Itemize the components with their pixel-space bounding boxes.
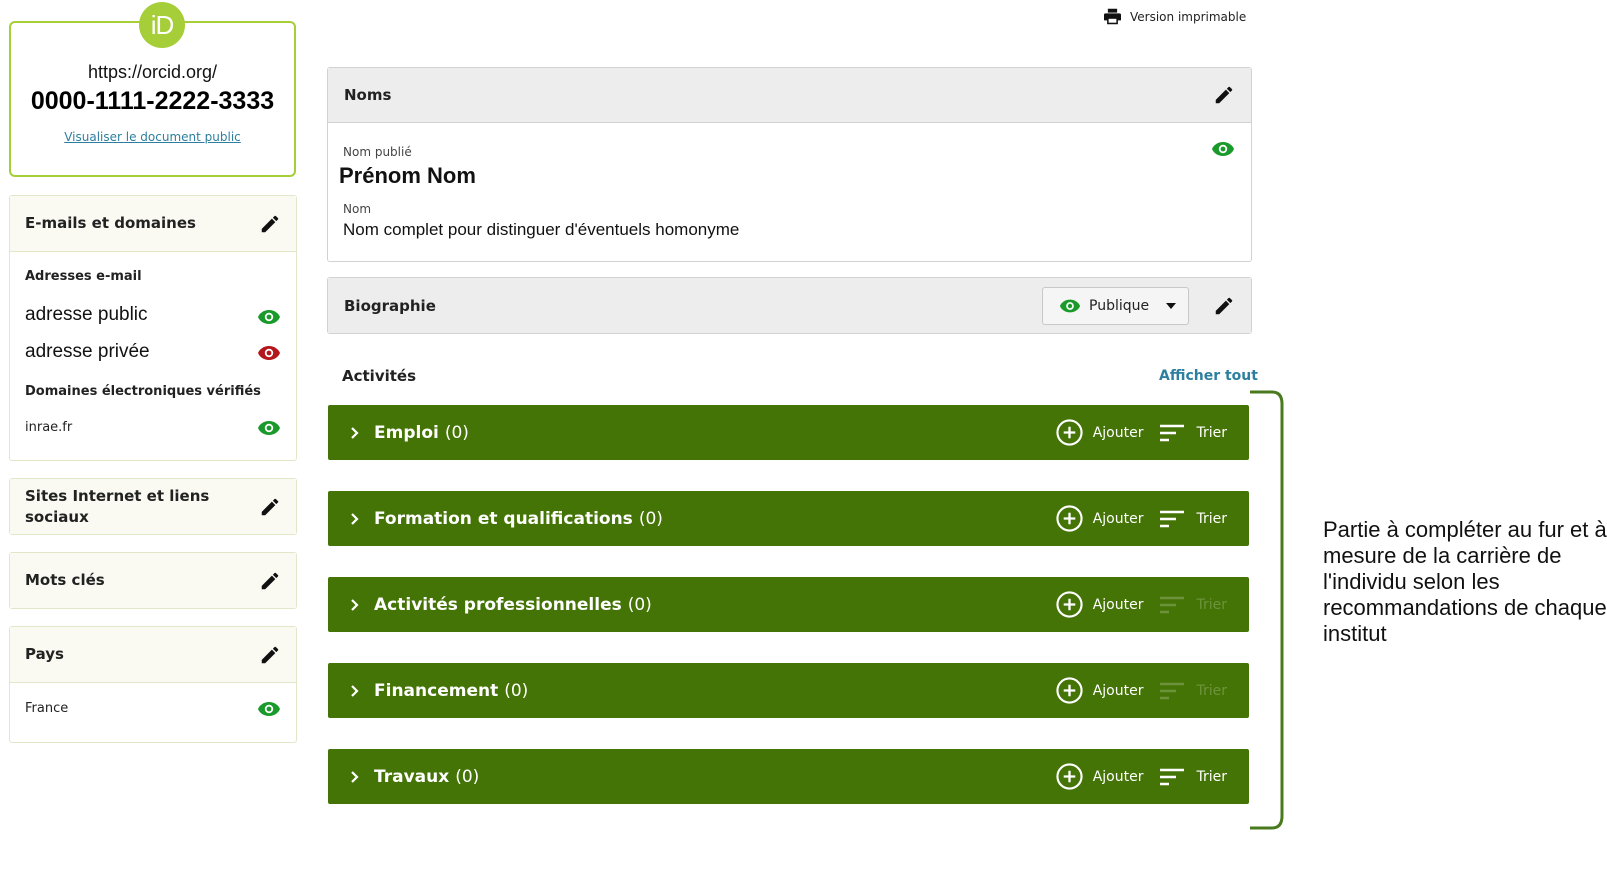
biography-visibility-value: Publique [1089,297,1150,314]
section-name: Travaux [374,766,450,787]
orcid-logo: iD [139,2,185,48]
biography-card-title: Biographie [344,296,436,315]
verified-domains-label: Domaines électroniques vérifiés [25,384,261,399]
section-name: Formation et qualifications [374,508,633,529]
section-name: Financement [374,680,499,701]
emails-panel-title: E-mails et domaines [25,214,196,232]
email-addresses-label: Adresses e-mail [25,269,142,284]
add-button[interactable]: Ajouter [1093,769,1144,785]
visible-eye-icon[interactable] [1211,141,1235,157]
names-card-header: Noms [328,68,1251,123]
section-count: (0) [638,508,663,529]
country-panel-title: Pays [25,645,64,663]
add-circle-icon[interactable] [1056,419,1083,446]
visible-eye-icon[interactable] [257,701,281,717]
edit-biography-pencil-icon[interactable] [1213,295,1235,317]
edit-country-pencil-icon[interactable] [259,644,281,666]
websites-panel: Sites Internet et liens sociaux [9,478,297,535]
verified-domain: inrae.fr [25,420,73,435]
add-button[interactable]: Ajouter [1093,425,1144,441]
printable-version-label: Version imprimable [1130,9,1247,24]
sort-icon [1160,596,1185,613]
sort-icon[interactable] [1159,424,1185,442]
section-count: (0) [455,766,480,787]
section-emploi[interactable]: Emploi (0) Ajouter Trier [328,405,1249,460]
email-public: adresse public [25,304,148,325]
sort-button[interactable]: Trier [1196,769,1227,785]
names-card-title: Noms [344,86,392,104]
emails-panel-header: E-mails et domaines [10,196,296,251]
sort-button-disabled: Trier [1196,596,1227,613]
section-count: (0) [444,422,469,443]
add-button[interactable]: Ajouter [1093,683,1144,699]
private-eye-icon[interactable] [257,345,281,361]
add-circle-icon[interactable] [1056,677,1083,704]
orcid-url: https://orcid.org/ [87,62,218,82]
visible-eye-icon [1059,299,1081,312]
edit-names-pencil-icon[interactable] [1213,84,1235,106]
add-circle-icon[interactable] [1056,591,1083,618]
email-private: adresse privée [25,341,150,362]
chevron-right-icon [351,512,359,525]
name-label: Nom [343,202,372,216]
annotation-note: Partie à compléter au fur et à mesure de… [1323,517,1607,646]
emails-panel-body: Adresses e-mail adresse public adresse p… [10,251,296,461]
published-name-value: Prénom Nom [339,163,476,188]
name-value: Nom complet pour distinguer d'éventuels … [343,220,740,239]
websites-panel-header: Sites Internet et liens sociaux [10,479,296,534]
activities-title: Activités [342,367,417,385]
printable-version-link[interactable]: Version imprimable [1103,8,1246,25]
section-count: (0) [627,594,652,615]
keywords-panel-header: Mots clés [10,553,296,608]
names-card: Noms Nom publié Prénom Nom Nom Nom compl… [327,67,1252,262]
biography-card: Biographie Publique [327,277,1252,334]
chevron-right-icon [351,426,359,439]
sort-icon[interactable] [1159,510,1185,528]
edit-emails-pencil-icon[interactable] [259,213,281,235]
sort-button[interactable]: Trier [1196,511,1227,527]
printer-icon [1104,8,1121,25]
biography-card-header: Biographie Publique [328,278,1251,333]
biography-visibility-select[interactable]: Publique [1042,286,1189,325]
section-travaux[interactable]: Travaux (0) Ajouter Trier [328,749,1249,804]
keywords-panel: Mots clés [9,552,297,609]
section-activites-professionnelles[interactable]: Activités professionnelles (0) Ajouter T… [328,577,1249,632]
orcid-number: 0000-1111-2222-3333 [30,87,275,115]
visible-eye-icon[interactable] [257,309,281,325]
chevron-right-icon [351,598,359,611]
sort-button-disabled: Trier [1196,682,1227,699]
published-name-label: Nom publié [343,145,412,159]
add-circle-icon[interactable] [1056,505,1083,532]
sort-button[interactable]: Trier [1196,425,1227,441]
country-value: France [25,701,69,716]
websites-panel-title: Sites Internet et liens sociaux [25,486,210,526]
emails-panel: E-mails et domaines Adresses e-mail adre… [9,195,297,461]
country-panel-body: France [10,682,296,742]
country-panel-header: Pays [10,627,296,682]
show-all-link[interactable]: Afficher tout [1159,368,1258,384]
chevron-right-icon [351,684,359,697]
keywords-panel-title: Mots clés [25,571,105,589]
annotation-bracket [1250,390,1284,830]
edit-websites-pencil-icon[interactable] [259,496,281,518]
chevron-right-icon [351,770,359,783]
view-public-record-link[interactable]: Visualiser le document public [11,130,294,144]
add-button[interactable]: Ajouter [1093,511,1144,527]
edit-keywords-pencil-icon[interactable] [259,570,281,592]
orcid-id-card: iD https://orcid.org/ 0000-1111-2222-333… [9,2,296,177]
section-name: Activités professionnelles [374,594,622,615]
caret-down-icon [1166,302,1176,309]
add-circle-icon[interactable] [1056,763,1083,790]
section-count: (0) [504,680,529,701]
section-formation[interactable]: Formation et qualifications (0) Ajouter … [328,491,1249,546]
sort-icon [1160,682,1185,699]
add-button[interactable]: Ajouter [1093,597,1144,613]
country-panel: Pays France [9,626,297,743]
section-financement[interactable]: Financement (0) Ajouter Trier [328,663,1249,718]
section-name: Emploi [374,422,439,443]
sort-icon[interactable] [1159,768,1185,786]
visible-eye-icon[interactable] [257,420,281,436]
